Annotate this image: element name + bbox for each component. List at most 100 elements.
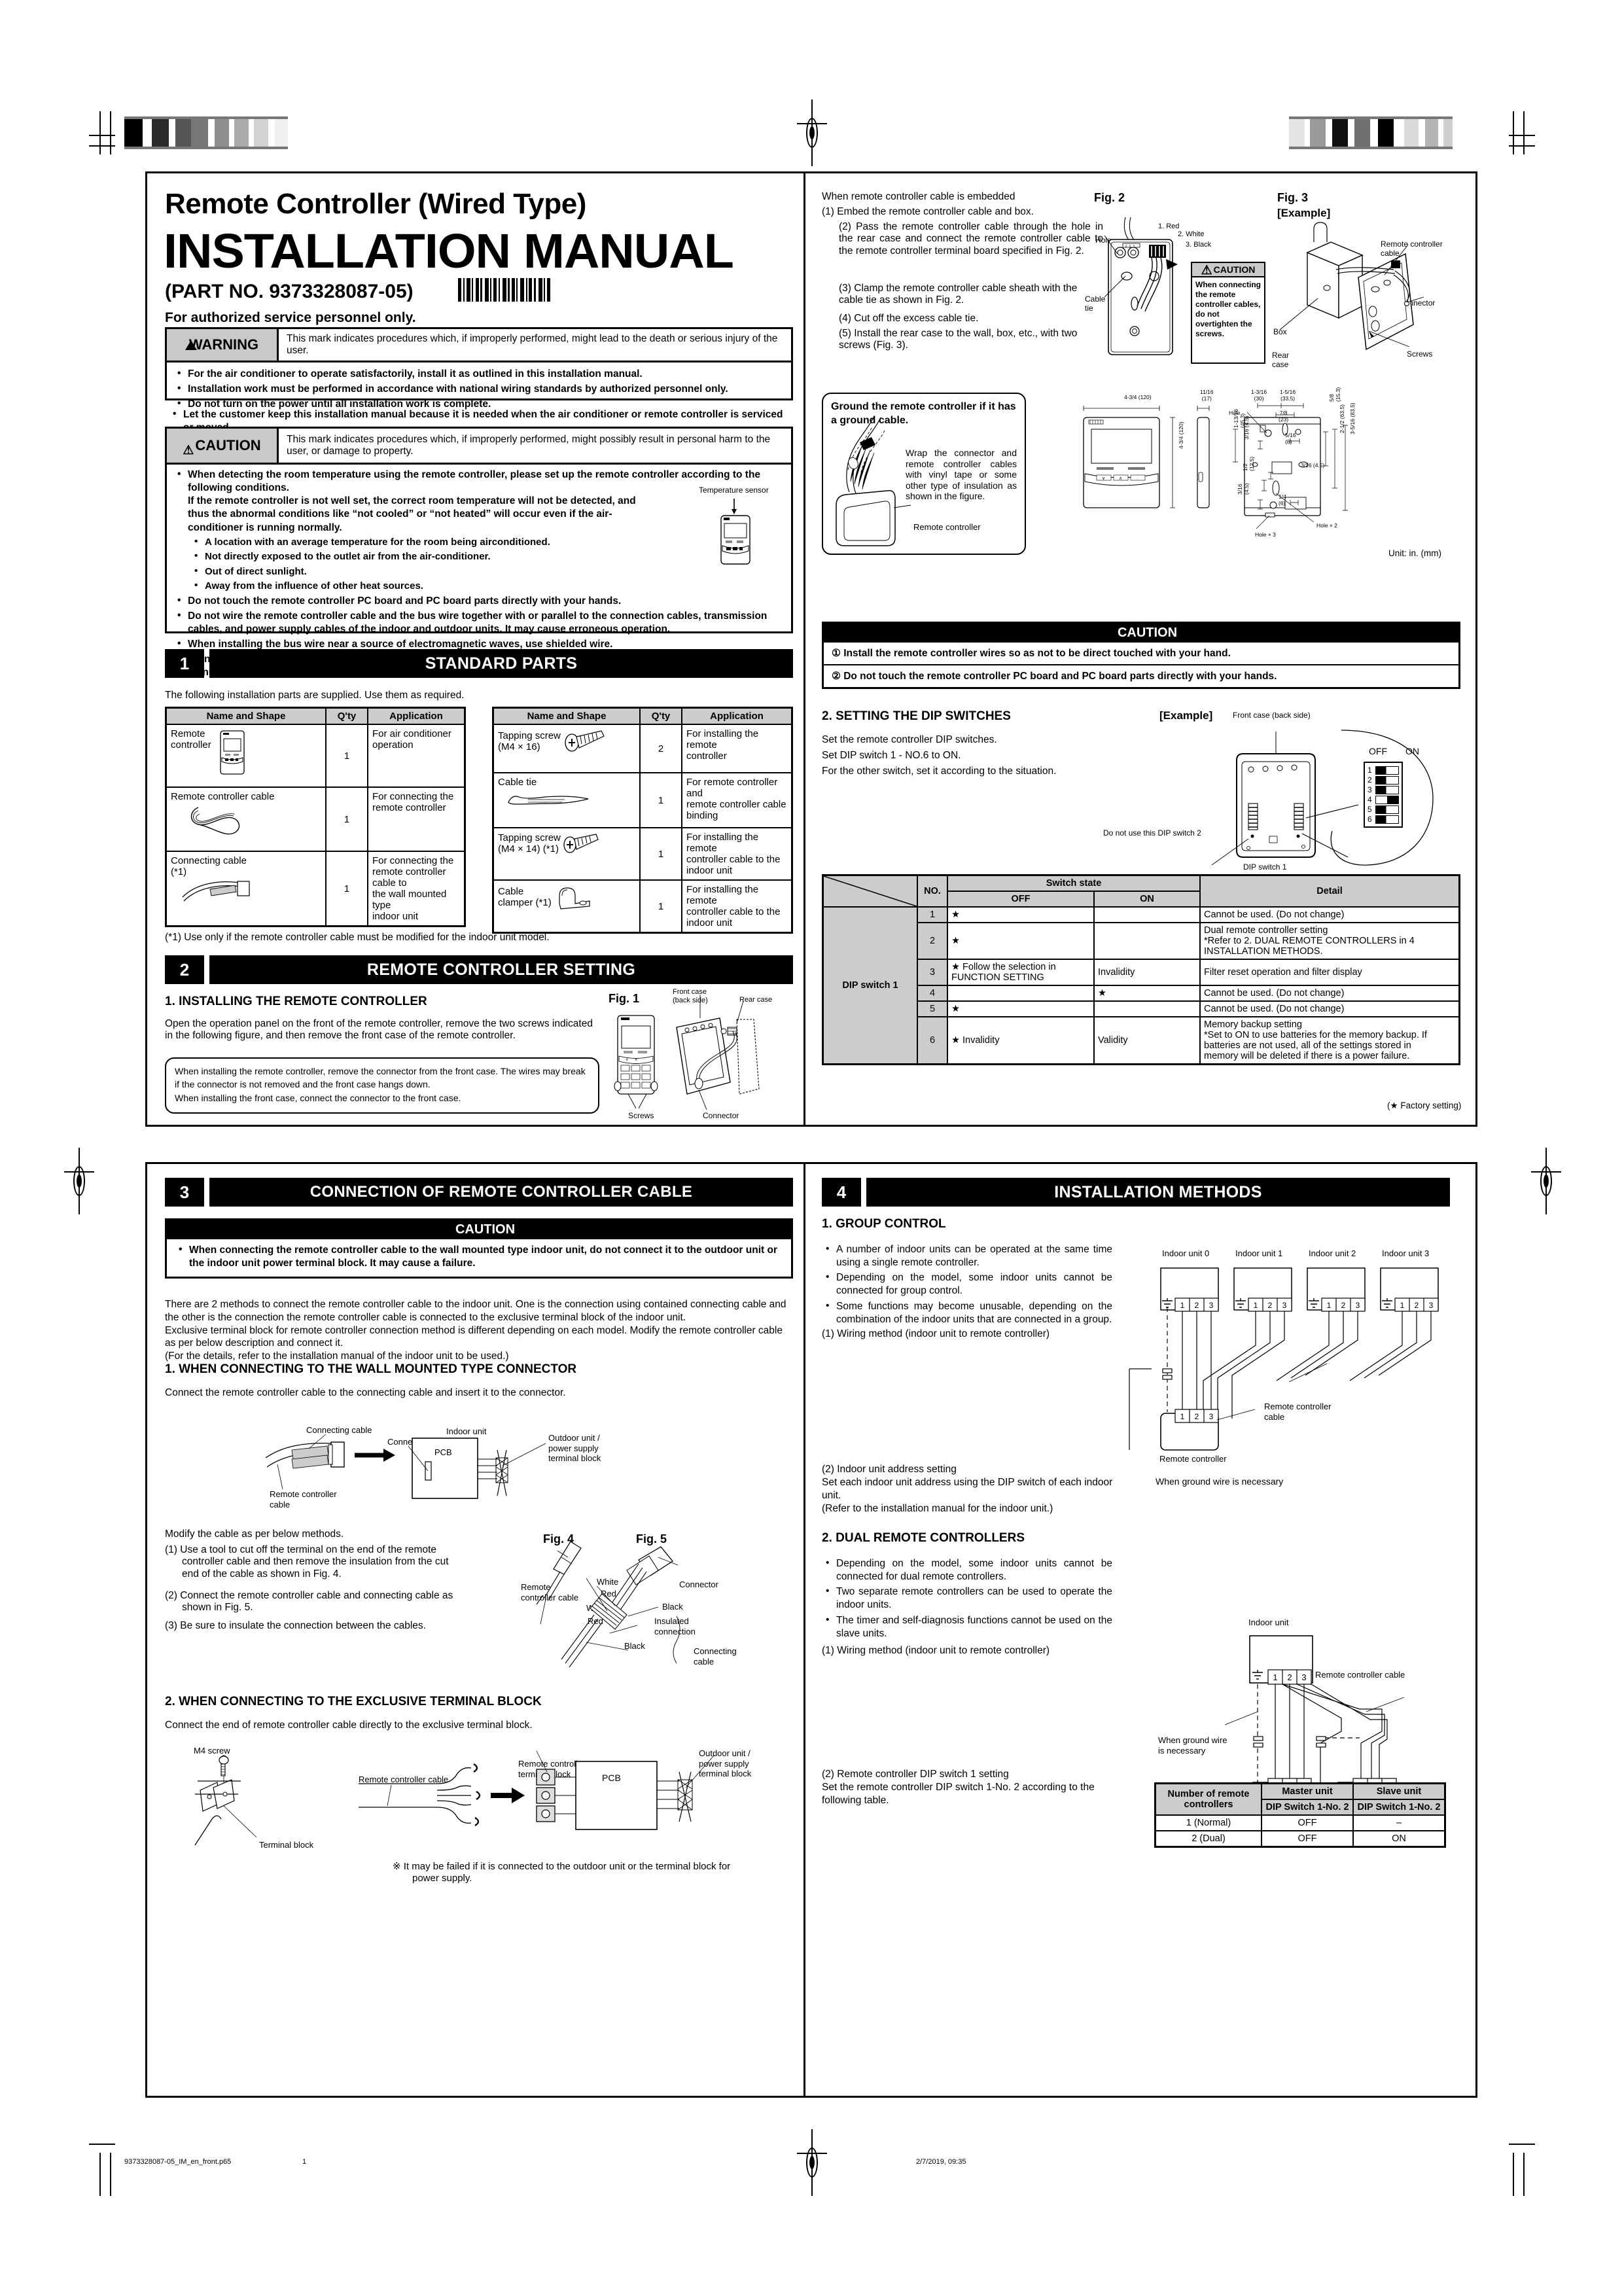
dual-rc-title: 2. DUAL REMOTE CONTROLLERS	[822, 1531, 1025, 1545]
dip-row-no: 6	[917, 1016, 948, 1065]
column-header-slave: Slave unit	[1352, 1782, 1446, 1800]
dual-wiring-step: (1) Wiring method (indoor unit to remote…	[822, 1645, 1050, 1656]
table-row: Remote controller 1 For air conditioner …	[165, 724, 466, 788]
list-item: Some functions may become unusable, depe…	[822, 1299, 1112, 1326]
install-rc-subtitle: 1. INSTALLING THE REMOTE CONTROLLER	[165, 995, 427, 1008]
section3-intro: There are 2 methods to connect the remot…	[165, 1299, 786, 1362]
dip-sw-toggle-1[interactable]	[1375, 766, 1399, 775]
dip-sw-toggle-4[interactable]	[1375, 795, 1399, 804]
temperature-sensor-label: Temperature sensor	[699, 486, 769, 495]
part-qty: 1	[325, 724, 368, 788]
svg-text:∧: ∧	[635, 1058, 637, 1062]
list-item: Do not wire the remote controller cable …	[173, 609, 785, 636]
tapping-screw-icon	[565, 730, 605, 752]
dip-row-off: ★	[947, 906, 1095, 923]
caution-wires-row-2: ② Do not touch the remote controller PC …	[824, 664, 1458, 687]
svg-text:1: 1	[1180, 1412, 1185, 1421]
dip-row-off: ★	[947, 922, 1095, 960]
caution-wires-box: CAUTION ① Install the remote controller …	[822, 622, 1460, 689]
cable-coil-icon	[190, 807, 240, 835]
part-application: For installing the remote controller cab…	[681, 827, 793, 881]
dip-sw-toggle-5[interactable]	[1375, 805, 1399, 814]
part-application: For connecting the remote controller cab…	[367, 851, 466, 927]
group-control-diagram: 123 123 123 123 123	[1129, 1267, 1439, 1451]
section-2-number: 2	[165, 955, 204, 984]
table-row: 2 ★ Dual remote controller setting *Refe…	[823, 922, 1460, 960]
crop-mark	[110, 2153, 111, 2196]
dip-sw-toggle-6[interactable]	[1375, 815, 1399, 824]
caution-intro2: If the remote controller is not well set…	[188, 495, 636, 533]
dim-d10: 3-5/16 (83.5)	[1349, 402, 1356, 434]
table-row: Remote controller cable 1 For connecting…	[165, 786, 466, 852]
dim-d12: 3/16 (4.5)	[1237, 483, 1250, 495]
embedded-step-3: (3) Clamp the remote controller cable sh…	[839, 283, 1078, 306]
list-item: Out of direct sunlight.	[188, 565, 785, 578]
list-item: Depending on the model, some indoor unit…	[822, 1557, 1112, 1583]
table-row: 1 (Normal) OFF –	[1154, 1814, 1446, 1831]
dip-row-detail: Cannot be used. (Do not change)	[1199, 1000, 1460, 1017]
modify-step-1: (1) Use a tool to cut off the terminal o…	[165, 1544, 449, 1580]
svg-text:1: 1	[1273, 1672, 1277, 1682]
dim-d13: 1/4 (6)	[1279, 493, 1286, 506]
fig1-label: Fig. 1	[609, 992, 640, 1005]
rc-slave-state: ON	[1352, 1830, 1446, 1848]
section3-diagram-1: PCB	[265, 1434, 546, 1499]
caution-triangle-icon	[183, 441, 194, 451]
caution-triangle-icon	[443, 1224, 454, 1233]
caution-triangle-icon	[1105, 627, 1116, 637]
section3-diagram-2: PCB	[194, 1750, 715, 1846]
dip-row-off: ★	[947, 1000, 1095, 1017]
svg-text:PCB: PCB	[602, 1773, 621, 1783]
fig1-front-case-label: Front case (back side)	[673, 988, 708, 1005]
dip-off-label: OFF	[1369, 746, 1387, 756]
list-item: When connecting the remote controller ca…	[175, 1243, 783, 1270]
fig3-rear-case-label: Rear case	[1272, 351, 1290, 370]
standard-parts-table-right: Name and Shape Q'ty Application Tapping …	[492, 707, 793, 934]
dip-row-no: 2	[917, 922, 948, 960]
list-item: Depending on the model, some indoor unit…	[822, 1271, 1112, 1298]
dip-sw-toggle-3[interactable]	[1375, 785, 1399, 794]
install-rc-text: Open the operation panel on the front of…	[165, 1018, 593, 1042]
section-4-title: INSTALLATION METHODS	[866, 1178, 1450, 1207]
standard-parts-footnote: (*1) Use only if the remote controller c…	[165, 932, 550, 943]
dip-sw-num: 4	[1368, 795, 1372, 804]
svg-text:∨: ∨	[1102, 476, 1105, 481]
dim-d2: 1-5/16 (33.5)	[1280, 389, 1296, 402]
dual-rc-list: Depending on the model, some indoor unit…	[822, 1557, 1112, 1642]
column-header: Name and Shape	[165, 707, 327, 725]
part-application: For connecting the remote controller	[367, 786, 466, 852]
group-control-title: 1. GROUP CONTROL	[822, 1217, 946, 1231]
fig3-illustration	[1279, 222, 1424, 351]
dip-row-on	[1093, 922, 1201, 960]
part-name-cell: Remote controller cable	[165, 786, 327, 852]
column-header-on: ON	[1093, 891, 1201, 908]
column-divider-lower	[803, 1162, 805, 2098]
svg-text:2: 2	[1268, 1301, 1273, 1310]
indoor-unit-1-label: Indoor unit 1	[1235, 1248, 1283, 1258]
dim-d4: 5/8 (15.3)	[1328, 387, 1341, 402]
list-item: When detecting the room temperature usin…	[173, 468, 785, 593]
section-1-title: STANDARD PARTS	[209, 649, 793, 678]
embedded-step-1: (1) Embed the remote controller cable an…	[822, 206, 1034, 217]
dip-switch-bank: 1 2 3 4 5 6	[1364, 762, 1403, 828]
dim-width-front: 4-3/4 (120)	[1124, 394, 1152, 400]
fig4-fig5-illustration	[536, 1541, 680, 1668]
dip-row-detail: Dual remote controller setting *Refer to…	[1199, 922, 1460, 960]
embedded-step-5: (5) Install the rear case to the wall, b…	[839, 328, 1078, 351]
svg-text:2: 2	[1195, 1412, 1199, 1421]
group-control-list: A number of indoor units can be operated…	[822, 1243, 1112, 1328]
dual-indoor-unit-label: Indoor unit	[1248, 1617, 1289, 1627]
dip-row-off: ★ Follow the selection in FUNCTION SETTI…	[947, 959, 1095, 986]
cable-clamper-icon	[559, 887, 590, 910]
crop-mark	[1523, 2153, 1525, 2196]
part-application: For installing the remote controller cab…	[681, 879, 793, 934]
crop-mark	[99, 111, 101, 154]
temperature-sensor-illustration	[720, 499, 750, 565]
dip-row-detail: Memory backup setting *Set to ON to use …	[1199, 1016, 1460, 1065]
dim-d9: 2-1/2 (63.5)	[1339, 404, 1345, 433]
ground-cable-illustration	[836, 415, 911, 546]
column-header: Q'ty	[639, 707, 682, 725]
dim-d3: 7/8 (23)	[1279, 410, 1289, 423]
dip-sw-toggle-2[interactable]	[1375, 775, 1399, 785]
dip-row-on: ★	[1093, 985, 1201, 1002]
